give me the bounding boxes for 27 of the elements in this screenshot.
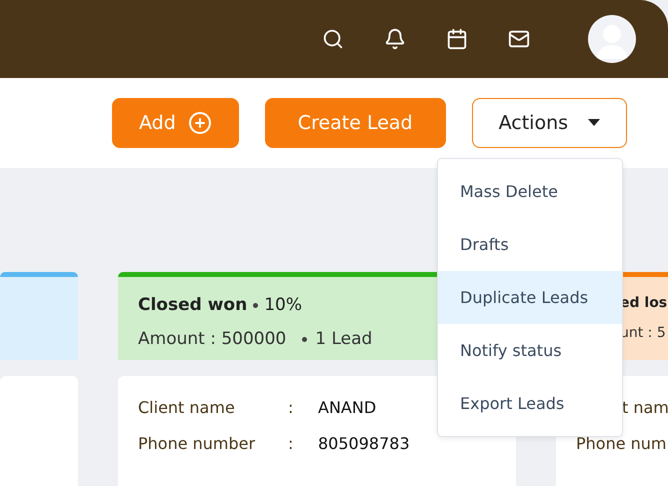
field-label: Phone num [576, 434, 668, 453]
colon: : [288, 398, 294, 417]
field-value: ANAND [318, 398, 376, 417]
stage-title: Closed won [138, 295, 248, 315]
menu-item[interactable]: Mass Delete [438, 165, 622, 218]
avatar-icon[interactable] [588, 15, 636, 63]
menu-item[interactable]: Notify status [438, 324, 622, 377]
caret-icon [588, 119, 600, 127]
menu-item[interactable]: Drafts [438, 218, 622, 271]
menu-item[interactable]: Duplicate Leads [438, 271, 622, 324]
actions-button[interactable]: Actions [472, 98, 628, 148]
lead-count: 1 Lead [315, 329, 372, 349]
bullet-icon [253, 302, 258, 308]
mail-icon[interactable] [508, 28, 530, 50]
stage-percent: 10% [264, 295, 302, 315]
calendar-icon[interactable] [446, 28, 468, 50]
field-label: Phone number [138, 434, 256, 453]
field-label: t nam [622, 398, 668, 417]
field-label: Client name [138, 398, 236, 417]
colon: : [288, 434, 294, 453]
menu-item[interactable]: Export Leads [438, 377, 622, 430]
field-value: 805098783 [318, 434, 410, 453]
plus-icon [188, 111, 212, 135]
bell-icon[interactable] [384, 28, 406, 50]
stage-amount: Amount : 500000 [138, 329, 286, 349]
bullet-icon [302, 336, 308, 342]
search-icon[interactable] [322, 28, 344, 50]
